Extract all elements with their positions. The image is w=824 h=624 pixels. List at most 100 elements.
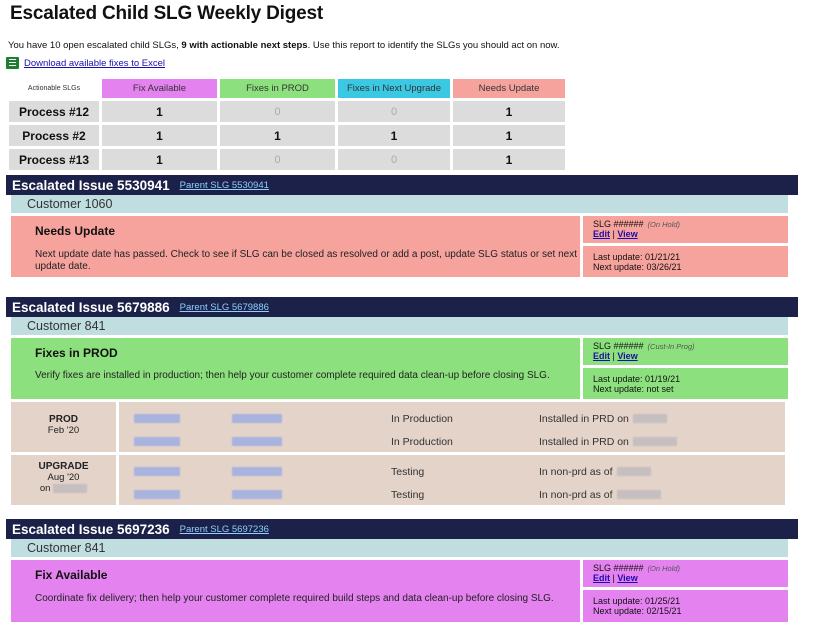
status-description: Coordinate fix delivery; then help your … (35, 593, 554, 604)
redacted-fix-id (134, 467, 180, 476)
excel-download-link[interactable]: Download available fixes to Excel (24, 58, 165, 69)
count-fix-available: 1 (102, 101, 217, 122)
fix-status: Testing (391, 488, 425, 501)
fix-status: In Production (391, 412, 453, 425)
fix-item: In Production Installed in PRD on (119, 407, 785, 430)
issue-title: Escalated Issue 5530941 (12, 177, 170, 193)
status-panel: Fix Available Coordinate fix delivery; t… (11, 560, 580, 622)
status-panel: Fixes in PROD Verify fixes are installed… (11, 338, 580, 399)
slg-info: SLG ###### (On Hold) Edit | View Last upd… (583, 216, 788, 277)
edit-link[interactable]: Edit (593, 351, 610, 361)
fix-item: Testing In non-prd as of (119, 483, 785, 506)
header-fix-available: Fix Available (102, 79, 217, 98)
count-fixes-next-upgrade: 0 (338, 101, 450, 122)
fix-status: Testing (391, 465, 425, 478)
count-fix-available: 1 (102, 149, 217, 170)
issue-header: Escalated Issue 5679886 Parent SLG 56798… (6, 297, 798, 317)
issue-header: Escalated Issue 5697236 Parent SLG 56972… (6, 519, 798, 539)
slg-id: SLG ###### (593, 563, 644, 573)
header-fixes-in-prod: Fixes in PROD (220, 79, 335, 98)
process-name: Process #2 (9, 125, 99, 146)
redacted-date (53, 483, 88, 493)
excel-icon (6, 57, 19, 69)
customer-name: Customer 841 (11, 539, 788, 557)
next-update: Next update: not set (593, 384, 674, 394)
slg-id: SLG ###### (593, 341, 644, 351)
redacted-fix-id (134, 414, 180, 423)
issue-section: Escalated Issue 5679886 Parent SLG 56798… (6, 297, 798, 505)
status-name: Fixes in PROD (35, 346, 118, 360)
fix-note: In non-prd as of (539, 466, 651, 478)
view-link[interactable]: View (617, 351, 637, 361)
summary-row: Process #12 1 0 0 1 (9, 101, 565, 122)
last-update: Last update: 01/19/21 (593, 374, 681, 384)
status-name: Needs Update (35, 224, 116, 238)
view-link[interactable]: View (617, 229, 637, 239)
parent-slg-link[interactable]: Parent SLG 5530941 (180, 180, 269, 191)
view-link[interactable]: View (617, 573, 637, 583)
header-needs-update: Needs Update (453, 79, 565, 98)
issue-section: Escalated Issue 5530941 Parent SLG 55309… (6, 175, 798, 277)
environment-date: Aug '20 (47, 472, 80, 483)
environment-date: Feb '20 (47, 425, 80, 436)
last-update: Last update: 01/25/21 (593, 596, 681, 606)
environment-cell: PROD Feb '20 (11, 402, 116, 452)
edit-link[interactable]: Edit (593, 229, 610, 239)
count-fixes-in-prod: 0 (220, 101, 335, 122)
fix-items: In Production Installed in PRD on In Pro… (119, 402, 785, 452)
fix-item: In Production Installed in PRD on (119, 430, 785, 453)
next-update: Next update: 02/15/21 (593, 606, 682, 616)
slg-id-box: SLG ###### (On Hold) Edit | View (583, 216, 788, 243)
process-name: Process #12 (9, 101, 99, 122)
status-row: Fixes in PROD Verify fixes are installed… (11, 338, 798, 399)
redacted-fix-name (232, 490, 282, 499)
status-description: Verify fixes are installed in production… (35, 370, 550, 381)
intro-text: You have 10 open escalated child SLGs, 9… (8, 40, 560, 51)
redacted-fix-name (232, 437, 282, 446)
update-dates: Last update: 01/25/21 Next update: 02/15… (583, 590, 788, 622)
count-fixes-in-prod: 0 (220, 149, 335, 170)
next-update: Next update: 03/26/21 (593, 262, 682, 272)
slg-id: SLG ###### (593, 219, 644, 229)
slg-id-box: SLG ###### (Cust-In Prog) Edit | View (583, 338, 788, 365)
parent-slg-link[interactable]: Parent SLG 5697236 (180, 524, 269, 535)
excel-download[interactable]: Download available fixes to Excel (6, 57, 165, 69)
status-name: Fix Available (35, 568, 108, 582)
fix-detail-upgrade: UPGRADE Aug '20 on Testing In non-prd as… (11, 455, 798, 505)
status-panel: Needs Update Next update date has passed… (11, 216, 580, 277)
fix-item: Testing In non-prd as of (119, 460, 785, 483)
count-fixes-next-upgrade: 0 (338, 149, 450, 170)
status-description: Next update date has passed. Check to se… (35, 249, 577, 272)
header-fixes-next-upgrade: Fixes in Next Upgrade (338, 79, 450, 98)
environment-on: on (40, 483, 88, 494)
issue-title: Escalated Issue 5697236 (12, 521, 170, 537)
redacted-date (616, 490, 661, 499)
count-fix-available: 1 (102, 125, 217, 146)
issue-section: Escalated Issue 5697236 Parent SLG 56972… (6, 519, 798, 622)
update-dates: Last update: 01/19/21 Next update: not s… (583, 368, 788, 399)
last-update: Last update: 01/21/21 (593, 252, 681, 262)
slg-state: (On Hold) (647, 564, 681, 573)
count-fixes-next-upgrade: 1 (338, 125, 450, 146)
customer-name: Customer 1060 (11, 195, 788, 213)
redacted-fix-name (232, 467, 282, 476)
summary-row: Process #2 1 1 1 1 (9, 125, 565, 146)
status-row: Needs Update Next update date has passed… (11, 216, 798, 277)
count-needs-update: 1 (453, 101, 565, 122)
status-row: Fix Available Coordinate fix delivery; t… (11, 560, 798, 622)
count-fixes-in-prod: 1 (220, 125, 335, 146)
redacted-date (632, 437, 677, 446)
summary-table: Actionable SLGs Fix Available Fixes in P… (6, 76, 568, 173)
issue-header: Escalated Issue 5530941 Parent SLG 55309… (6, 175, 798, 195)
edit-link[interactable]: Edit (593, 573, 610, 583)
fix-note: In non-prd as of (539, 489, 661, 501)
redacted-date (632, 414, 667, 423)
slg-state: (Cust-In Prog) (647, 342, 695, 351)
redacted-fix-id (134, 490, 180, 499)
update-dates: Last update: 01/21/21 Next update: 03/26… (583, 246, 788, 277)
environment-name: PROD (49, 414, 78, 425)
issue-title: Escalated Issue 5679886 (12, 299, 170, 315)
redacted-date (616, 467, 651, 476)
environment-name: UPGRADE (38, 461, 89, 472)
parent-slg-link[interactable]: Parent SLG 5679886 (180, 302, 269, 313)
